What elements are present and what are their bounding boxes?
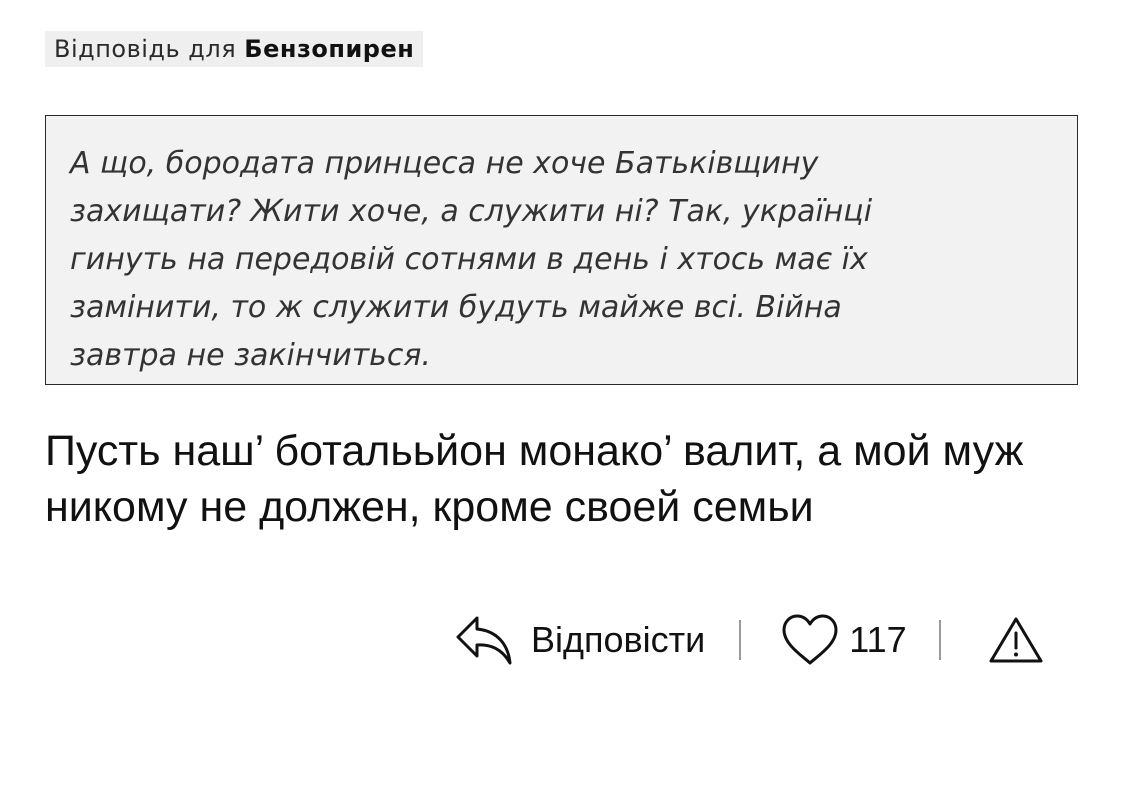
action-divider: [739, 620, 742, 660]
like-count: 117: [849, 619, 907, 660]
report-button[interactable]: [988, 615, 1044, 665]
quoted-comment-text: А що, бородата принцеса не хоче Батьківщ…: [70, 146, 873, 373]
quoted-comment: А що, бородата принцеса не хоче Батьківщ…: [45, 115, 1078, 385]
reply-to-tag: Відповідь для Бензопирен: [45, 31, 424, 67]
reply-button[interactable]: Відповісти: [455, 612, 705, 668]
like-button[interactable]: 117: [781, 612, 907, 668]
heart-icon: [781, 613, 839, 667]
comment-actions: Відповісти 117: [455, 612, 1044, 668]
action-divider: [938, 620, 941, 660]
warning-triangle-icon: [988, 615, 1044, 665]
reply-arrow-icon: [455, 614, 513, 666]
reply-to-prefix: Відповідь для: [54, 35, 237, 63]
reply-to-username[interactable]: Бензопирен: [244, 35, 414, 63]
comment-body: Пусть наш’ боталььйон монако’ валит, а м…: [45, 427, 1024, 531]
reply-label: Відповісти: [531, 619, 706, 660]
